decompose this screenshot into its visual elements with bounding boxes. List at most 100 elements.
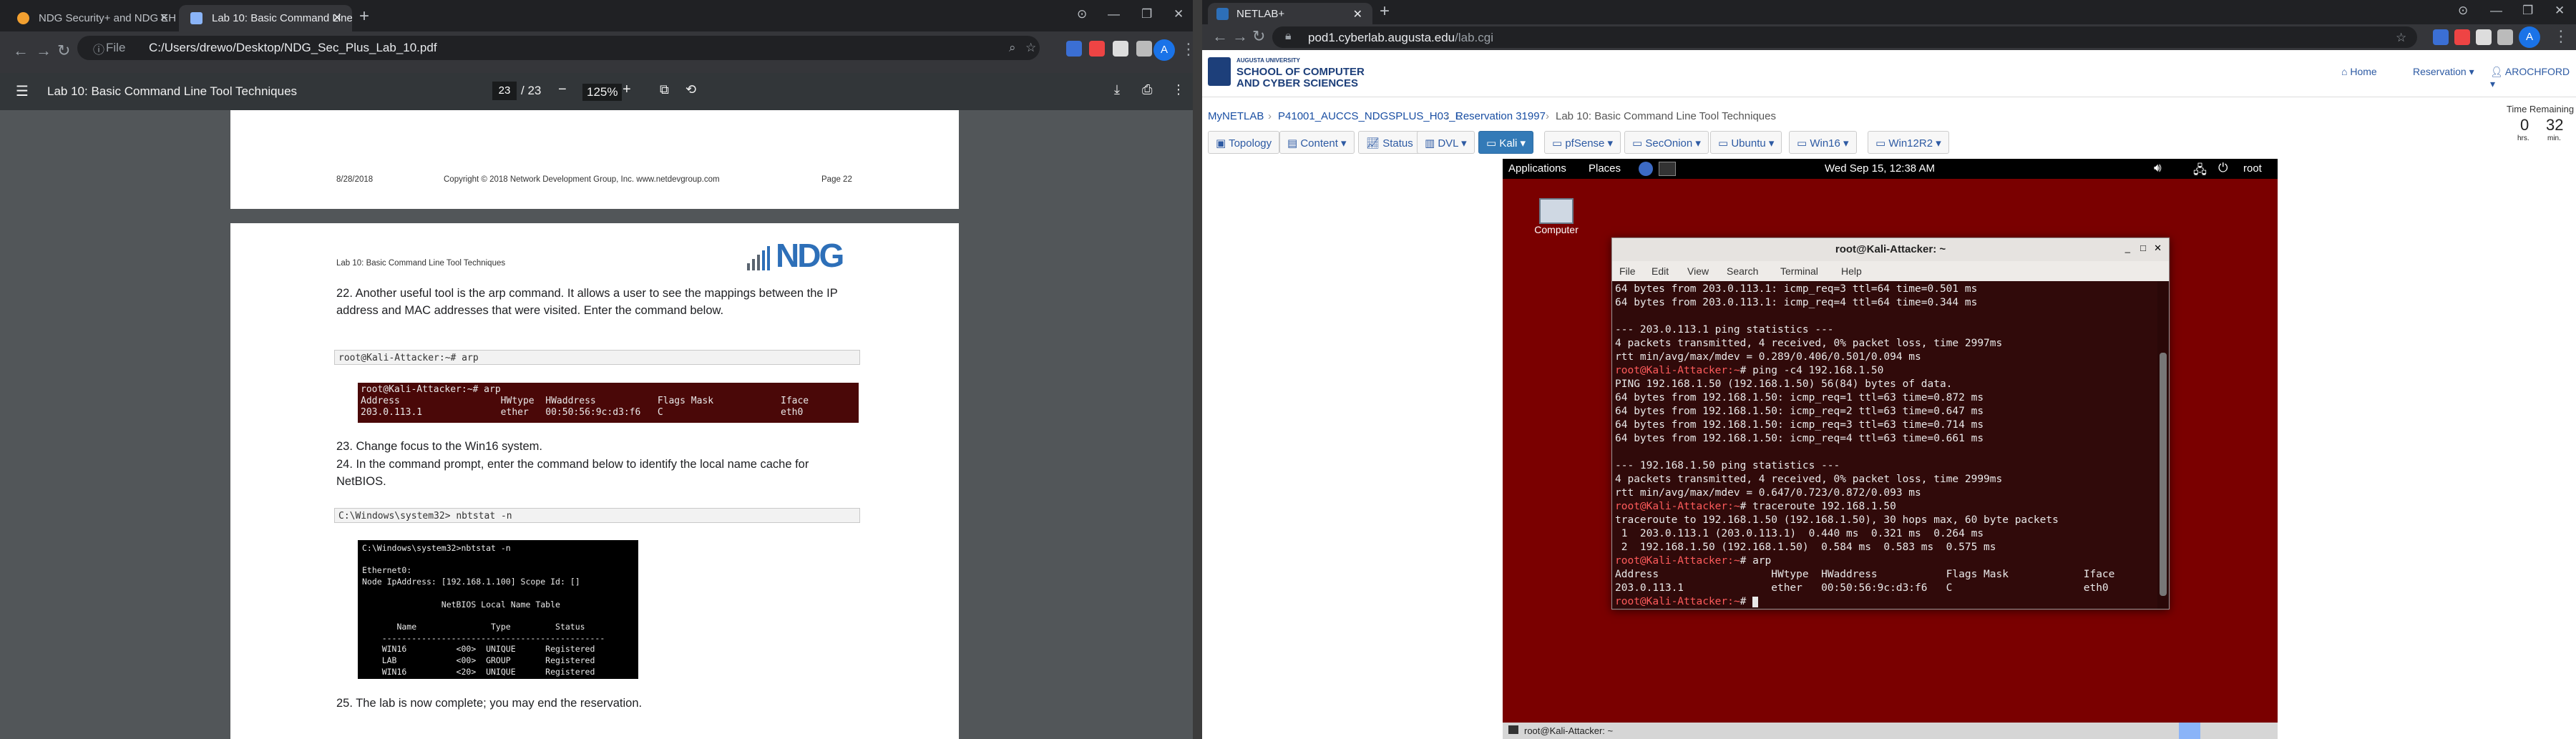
crumb-reservation[interactable]: Reservation 31997	[1455, 110, 1546, 122]
extension-icon[interactable]	[1066, 41, 1082, 57]
terminal-output[interactable]: 64 bytes from 203.0.113.1: icmp_req=3 tt…	[1612, 281, 2157, 609]
close-tab-icon[interactable]: ✕	[160, 11, 169, 25]
places-menu[interactable]: Places	[1589, 162, 1621, 175]
fit-page-icon[interactable]: ⧉	[660, 82, 669, 97]
close-icon[interactable]: ✕	[2154, 243, 2162, 254]
terminal-line: 1 203.0.113.1 (203.0.113.1) 0.440 ms 0.3…	[1615, 528, 1984, 539]
page-number-input[interactable]: 23	[492, 82, 517, 100]
menu-kebab-icon[interactable]: ⋮	[1181, 40, 1193, 59]
browser-launcher-icon[interactable]	[1639, 162, 1653, 176]
menu-kebab-icon[interactable]: ⋮	[2553, 27, 2569, 46]
nav-user[interactable]: 👤︎ AROCHFORD ▾	[2490, 66, 2576, 90]
scrollbar-thumb[interactable]	[2160, 353, 2167, 596]
restore-icon[interactable]: ❐	[1141, 7, 1152, 21]
back-icon[interactable]: ←	[1212, 27, 1228, 46]
close-tab-icon[interactable]: ✕	[333, 11, 342, 25]
monitor-icon: ▭	[1552, 137, 1566, 150]
zoom-level[interactable]: 125%	[582, 84, 623, 101]
more-options-icon[interactable]: ⋮	[1172, 82, 1185, 97]
tab-netlab[interactable]: NETLAB+ ✕	[1208, 3, 1372, 24]
extension-icon[interactable]	[2476, 29, 2492, 45]
terminal-line: PING 192.168.1.50 (192.168.1.50) 56(84) …	[1615, 378, 1953, 390]
zoom-in-icon[interactable]: +	[623, 82, 631, 98]
download-icon[interactable]: ⤓	[1114, 82, 1120, 97]
maximize-icon[interactable]: □	[2140, 243, 2146, 253]
term-menu-search[interactable]: Search	[1727, 265, 1758, 277]
zoom-icon[interactable]: ⌕	[1009, 41, 1016, 55]
tab-search-icon[interactable]: ⊙	[1077, 7, 1087, 21]
menu-topology[interactable]: ▣ Topology	[1208, 131, 1280, 154]
minimize-icon[interactable]: —	[2490, 4, 2502, 18]
print-icon[interactable]: ⎙	[1142, 82, 1152, 97]
avatar[interactable]: A	[2519, 26, 2540, 48]
term-menu-file[interactable]: File	[1619, 265, 1636, 277]
menu-win12r2[interactable]: ▭ Win12R2 ▾	[1868, 131, 1949, 154]
forward-icon[interactable]: →	[1232, 27, 1248, 46]
crumb-course[interactable]: P41001_AUCCS_NDGSPLUS_H03_L	[1278, 110, 1461, 122]
toolbar: ← → ↻ 🔒︎ pod1.cyberlab.augusta.edu/lab.c…	[1202, 24, 2576, 50]
minimize-icon[interactable]: —	[1108, 7, 1120, 21]
desktop-computer-icon[interactable]: Computer	[1531, 198, 1581, 237]
puzzle-icon[interactable]	[2497, 29, 2513, 45]
tab-search-icon[interactable]: ⊙	[2458, 4, 2468, 18]
rotate-icon[interactable]: ⟲	[686, 82, 696, 97]
extension-icon[interactable]	[1113, 41, 1128, 57]
new-tab-icon[interactable]: +	[359, 6, 369, 26]
address-bar[interactable]: ⓘ File C:/Users/drewo/Desktop/NDG_Sec_Pl…	[77, 36, 1040, 60]
close-tab-icon[interactable]: ✕	[1353, 7, 1362, 21]
menu-dvl[interactable]: ▥ DVL ▾	[1417, 131, 1475, 154]
extension-icon[interactable]	[2433, 29, 2449, 45]
tab-ndg-security[interactable]: NDG Security+ and NDG EH Hu... ✕	[6, 5, 179, 31]
menu-status[interactable]: 📈︎ Status	[1358, 131, 1421, 154]
term-menu-help[interactable]: Help	[1841, 265, 1862, 277]
menu-ubuntu[interactable]: ▭ Ubuntu ▾	[1710, 131, 1782, 154]
user-menu[interactable]: root	[2243, 162, 2262, 175]
crumb-lab: Lab 10: Basic Command Line Tool Techniqu…	[1556, 110, 1776, 122]
applications-menu[interactable]: Applications	[1508, 162, 1566, 175]
address-bar[interactable]: 🔒︎ pod1.cyberlab.augusta.edu/lab.cgi ☆	[1272, 26, 2417, 48]
new-tab-icon[interactable]: +	[1380, 1, 1390, 21]
extension-icon[interactable]	[1089, 41, 1105, 57]
reload-icon[interactable]: ↻	[57, 41, 70, 60]
network-icon[interactable]: 🖧	[2193, 161, 2207, 182]
term-menu-edit[interactable]: Edit	[1652, 265, 1669, 277]
terminal-line: root@Kali-Attacker:~# ping -c4 192.168.1…	[1615, 365, 1884, 376]
crumb-mynetlab[interactable]: MyNETLAB	[1208, 110, 1264, 122]
term-menu-view[interactable]: View	[1687, 265, 1709, 277]
tab-lab10-pdf[interactable]: Lab 10: Basic Command Line To... ✕	[179, 5, 352, 31]
vm-console[interactable]: Applications Places Wed Sep 15, 12:38 AM…	[1503, 159, 2278, 739]
document-icon	[190, 12, 203, 24]
menu-pfsense[interactable]: ▭ pfSense ▾	[1544, 131, 1621, 154]
puzzle-icon[interactable]	[1136, 41, 1152, 57]
avatar[interactable]: A	[1153, 39, 1175, 61]
scrollbar[interactable]	[2157, 281, 2169, 609]
bookmark-star-icon[interactable]: ☆	[1025, 41, 1036, 55]
monitor-icon: ▭	[1632, 137, 1646, 150]
back-icon[interactable]: ←	[13, 41, 29, 60]
nav-home[interactable]: ⌂ Home	[2341, 66, 2377, 77]
taskbar-terminal[interactable]: root@Kali-Attacker: ~	[1524, 725, 1613, 736]
extension-icon[interactable]	[2454, 29, 2470, 45]
menu-content[interactable]: ▤ Content ▾	[1279, 131, 1355, 154]
term-menu-terminal[interactable]: Terminal	[1780, 265, 1818, 277]
minimize-icon[interactable]: _	[2125, 243, 2130, 253]
restore-icon[interactable]: ❐	[2522, 4, 2533, 18]
nav-reservation[interactable]: Reservation ▾	[2413, 66, 2474, 78]
terminal-window[interactable]: root@Kali-Attacker: ~ _ □ ✕ File Edit Vi…	[1611, 238, 2170, 610]
hamburger-icon[interactable]: ☰	[16, 82, 29, 100]
workspace-indicator[interactable]	[2179, 723, 2200, 739]
close-window-icon[interactable]: ✕	[2555, 4, 2565, 18]
menu-win16[interactable]: ▭ Win16 ▾	[1789, 131, 1857, 154]
user-icon: 👤︎	[2490, 66, 2505, 77]
zoom-out-icon[interactable]: −	[558, 82, 567, 98]
bookmark-star-icon[interactable]: ☆	[2396, 31, 2406, 45]
ndg-logo: NDG	[746, 237, 860, 274]
power-icon[interactable]: ⏻	[2218, 161, 2228, 175]
close-window-icon[interactable]: ✕	[1174, 7, 1184, 21]
terminal-launcher-icon[interactable]	[1659, 162, 1676, 176]
forward-icon[interactable]: →	[36, 41, 52, 60]
menu-kali[interactable]: ▭ Kali ▾	[1478, 131, 1534, 154]
volume-icon[interactable]: 🔊︎	[2154, 161, 2162, 175]
reload-icon[interactable]: ↻	[1252, 27, 1265, 46]
menu-seconion[interactable]: ▭ SecOnion ▾	[1624, 131, 1709, 154]
